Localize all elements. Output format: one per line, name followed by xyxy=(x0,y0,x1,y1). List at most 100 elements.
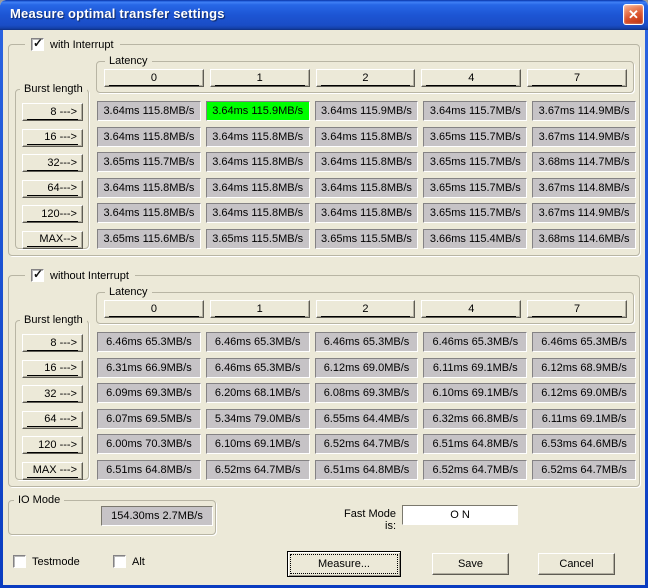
burst-button-label: 64---> xyxy=(27,182,78,196)
burst-button-label: 8 ---> xyxy=(27,337,78,351)
group-with-interrupt: ✓with InterruptLatency01247Burst length8… xyxy=(8,44,640,256)
save-button[interactable]: Save xyxy=(432,553,509,575)
burst-length-group: Burst length8 --->16 --->32--->64--->120… xyxy=(15,89,89,249)
with-interrupt-checkbox-box[interactable]: ✓ xyxy=(31,38,44,51)
measurement-cell: 6.51ms 64.8MB/s xyxy=(315,460,419,480)
measurement-cell: 3.65ms 115.5MB/s xyxy=(206,229,310,249)
cancel-button[interactable]: Cancel xyxy=(538,553,615,575)
burst-button[interactable]: 32---> xyxy=(22,154,83,172)
measurement-cell: 6.52ms 64.7MB/s xyxy=(206,460,310,480)
testmode-label: Testmode xyxy=(32,556,80,568)
measurement-cell: 6.11ms 69.1MB/s xyxy=(423,358,527,378)
measurement-cell: 3.64ms 115.8MB/s xyxy=(206,203,310,223)
burst-button[interactable]: 120---> xyxy=(22,205,83,223)
measurement-cell: 6.46ms 65.3MB/s xyxy=(206,358,310,378)
measurement-cell: 6.10ms 69.1MB/s xyxy=(206,434,310,454)
measurement-cell: 6.11ms 69.1MB/s xyxy=(532,409,636,429)
measurement-cell: 6.09ms 69.3MB/s xyxy=(97,383,201,403)
close-button[interactable]: ✕ xyxy=(623,4,644,25)
latency-group: Latency01247 xyxy=(96,292,634,324)
measurement-cell: 3.64ms 115.7MB/s xyxy=(423,101,527,121)
burst-button-label: 8 ---> xyxy=(27,106,78,120)
measurement-cell: 3.64ms 115.8MB/s xyxy=(206,178,310,198)
burst-button[interactable]: 16 ---> xyxy=(22,360,83,378)
checkbox-with-interrupt[interactable]: ✓with Interrupt xyxy=(25,37,120,52)
burst-button[interactable]: 120 ---> xyxy=(22,436,83,454)
measurement-cell: 6.46ms 65.3MB/s xyxy=(532,332,636,352)
burst-button[interactable]: MAX ---> xyxy=(22,462,83,480)
measurement-cell: 3.64ms 115.8MB/s xyxy=(206,152,310,172)
latency-column-button[interactable]: 7 xyxy=(527,69,627,87)
burst-button-label: MAX ---> xyxy=(27,464,78,478)
burst-button[interactable]: 64 ---> xyxy=(22,411,83,429)
alt-checkbox-box[interactable] xyxy=(113,555,126,568)
measurement-cell: 3.64ms 115.8MB/s xyxy=(97,203,201,223)
alt-checkbox[interactable]: Alt xyxy=(113,555,145,568)
measurement-cell: 6.52ms 64.7MB/s xyxy=(423,460,527,480)
latency-column-button[interactable]: 0 xyxy=(104,300,204,318)
latency-column-button[interactable]: 2 xyxy=(316,69,416,87)
measurement-cell: 3.65ms 115.7MB/s xyxy=(423,178,527,198)
measurement-cell: 6.53ms 64.6MB/s xyxy=(532,434,636,454)
latency-column-button[interactable]: 1 xyxy=(210,300,310,318)
measurement-cell: 6.12ms 68.9MB/s xyxy=(532,358,636,378)
measurement-cell: 6.51ms 64.8MB/s xyxy=(423,434,527,454)
burst-button[interactable]: MAX--> xyxy=(22,231,83,249)
latency-column-label: 0 xyxy=(109,72,199,86)
latency-column-button[interactable]: 4 xyxy=(421,69,521,87)
latency-column-button[interactable]: 2 xyxy=(316,300,416,318)
burst-button[interactable]: 32 ---> xyxy=(22,385,83,403)
measurement-cell: 3.65ms 115.6MB/s xyxy=(97,229,201,249)
burst-button-label: 120 ---> xyxy=(27,439,78,453)
latency-column-label: 7 xyxy=(532,303,622,317)
measurement-cell: 6.07ms 69.5MB/s xyxy=(97,409,201,429)
latency-group: Latency01247 xyxy=(96,61,634,93)
testmode-checkbox-box[interactable] xyxy=(13,555,26,568)
latency-columns: 0124 7 xyxy=(104,300,627,318)
measurement-cell: 6.20ms 68.1MB/s xyxy=(206,383,310,403)
measurement-cell: 3.65ms 115.7MB/s xyxy=(423,152,527,172)
burst-button-label: 120---> xyxy=(27,208,78,222)
burst-button[interactable]: 64---> xyxy=(22,180,83,198)
burst-length-label: Burst length xyxy=(20,82,87,96)
title-bar[interactable]: Measure optimal transfer settings ✕ xyxy=(0,0,648,30)
group-without-interrupt: ✓without InterruptLatency01247Burst leng… xyxy=(8,275,640,487)
latency-group-label: Latency xyxy=(105,54,152,68)
measurement-cell: 6.10ms 69.1MB/s xyxy=(423,383,527,403)
measurement-cell: 3.64ms 115.9MB/s xyxy=(315,101,419,121)
measurement-cell: 3.66ms 115.4MB/s xyxy=(423,229,527,249)
burst-button[interactable]: 16 ---> xyxy=(22,129,83,147)
without-interrupt-checkbox-label: without Interrupt xyxy=(50,270,129,282)
burst-length-group: Burst length8 --->16 --->32 --->64 --->1… xyxy=(15,320,89,480)
latency-column-button[interactable]: 4 xyxy=(421,300,521,318)
latency-column-button[interactable]: 7 xyxy=(527,300,627,318)
testmode-checkbox[interactable]: Testmode xyxy=(13,555,80,568)
latency-column-label: 2 xyxy=(321,72,411,86)
burst-button[interactable]: 8 ---> xyxy=(22,103,83,121)
measure-button[interactable]: Measure... xyxy=(287,551,401,577)
measurement-cell: 6.32ms 66.8MB/s xyxy=(423,409,527,429)
latency-column-button[interactable]: 0 xyxy=(104,69,204,87)
measurement-cell: 3.64ms 115.8MB/s xyxy=(315,178,419,198)
latency-group-label: Latency xyxy=(105,285,152,299)
measurement-cell: 3.67ms 114.9MB/s xyxy=(532,203,636,223)
measurement-cell: 6.52ms 64.7MB/s xyxy=(532,460,636,480)
burst-button-label: 32 ---> xyxy=(27,388,78,402)
measurement-cell: 6.46ms 65.3MB/s xyxy=(97,332,201,352)
without-interrupt-checkbox-box[interactable]: ✓ xyxy=(31,269,44,282)
measurement-cell: 6.31ms 66.9MB/s xyxy=(97,358,201,378)
checkbox-without-interrupt[interactable]: ✓ without Interrupt xyxy=(25,268,135,283)
measurement-cell: 3.65ms 115.5MB/s xyxy=(315,229,419,249)
measurement-cell: 3.67ms 114.9MB/s xyxy=(532,101,636,121)
close-icon: ✕ xyxy=(628,7,639,22)
burst-button-label: 16 ---> xyxy=(27,131,78,145)
measurement-cell: 5.34ms 79.0MB/s xyxy=(206,409,310,429)
measurement-grid: 6.46ms 65.3MB/s6.46ms 65.3MB/s6.46ms 65.… xyxy=(97,332,636,480)
window-title: Measure optimal transfer settings xyxy=(10,6,225,21)
measurement-cell: 6.00ms 70.3MB/s xyxy=(97,434,201,454)
measurement-cell: 3.64ms 115.8MB/s xyxy=(315,152,419,172)
latency-column-label: 4 xyxy=(426,303,516,317)
latency-columns: 01247 xyxy=(104,69,627,87)
burst-button[interactable]: 8 ---> xyxy=(22,334,83,352)
latency-column-button[interactable]: 1 xyxy=(210,69,310,87)
